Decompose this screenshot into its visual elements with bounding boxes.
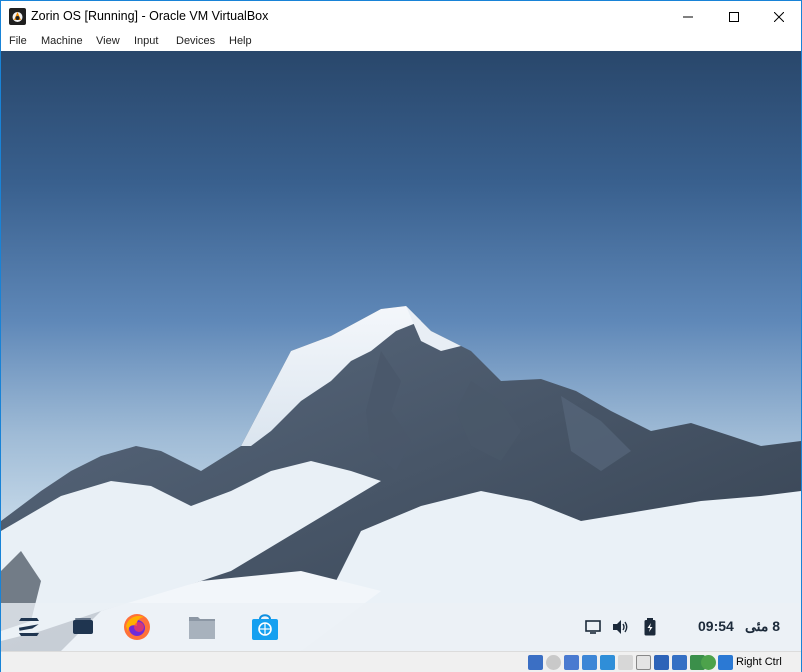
audio-icon[interactable] xyxy=(564,655,579,670)
display-tray-button[interactable] xyxy=(584,618,602,636)
minimize-icon xyxy=(683,16,693,17)
menu-devices[interactable]: Devices xyxy=(176,35,215,47)
menu-input[interactable]: Input xyxy=(134,35,158,47)
title-bar[interactable]: Zorin OS [Running] - Oracle VM VirtualBo… xyxy=(1,1,801,32)
virtualbox-window: Zorin OS [Running] - Oracle VM VirtualBo… xyxy=(0,0,802,672)
mountain-wallpaper xyxy=(1,306,801,651)
window-title: Zorin OS [Running] - Oracle VM VirtualBo… xyxy=(31,9,269,23)
firefox-button[interactable] xyxy=(121,611,153,643)
guest-additions-icon[interactable] xyxy=(701,655,716,670)
workspace-switcher-icon xyxy=(73,618,93,634)
mouse-integration-icon[interactable] xyxy=(718,655,733,670)
menu-view[interactable]: View xyxy=(96,35,120,47)
clock-time[interactable]: 09:54 xyxy=(698,618,734,634)
hard-disk-icon[interactable] xyxy=(528,655,543,670)
status-bar: Right Ctrl xyxy=(1,651,801,672)
software-store-icon xyxy=(252,614,278,640)
shared-folders-icon[interactable] xyxy=(618,655,633,670)
zorin-menu-icon xyxy=(18,618,39,636)
volume-tray-button[interactable] xyxy=(612,618,630,636)
firefox-icon xyxy=(124,614,150,640)
guest-display[interactable]: 09:54 8 مئی xyxy=(1,51,801,651)
host-key-label: Right Ctrl xyxy=(736,656,782,668)
battery-icon xyxy=(644,618,656,636)
display-status-icon[interactable] xyxy=(636,655,651,670)
taskbar: 09:54 8 مئی xyxy=(1,603,801,651)
close-icon xyxy=(774,11,784,22)
usb-icon[interactable] xyxy=(600,655,615,670)
optical-drive-icon[interactable] xyxy=(546,655,561,670)
zorin-menu-button[interactable] xyxy=(13,611,45,643)
files-button[interactable] xyxy=(186,611,218,643)
workspace-switcher-button[interactable] xyxy=(67,611,99,643)
software-store-button[interactable] xyxy=(249,611,281,643)
volume-icon xyxy=(613,620,628,634)
minimize-button[interactable] xyxy=(665,1,711,32)
video-capture-icon[interactable] xyxy=(654,655,669,670)
menu-help[interactable]: Help xyxy=(229,35,252,47)
menu-machine[interactable]: Machine xyxy=(41,35,83,47)
virtualbox-app-icon xyxy=(9,8,26,25)
display-icon xyxy=(585,620,601,634)
close-button[interactable] xyxy=(756,1,802,32)
battery-tray-button[interactable] xyxy=(641,618,659,636)
files-icon xyxy=(189,617,215,639)
recording-icon[interactable] xyxy=(672,655,687,670)
maximize-icon xyxy=(729,11,739,22)
menu-bar: File Machine View Input Devices Help xyxy=(1,32,801,51)
network-icon[interactable] xyxy=(582,655,597,670)
maximize-button[interactable] xyxy=(711,1,757,32)
clock-date[interactable]: 8 مئی xyxy=(745,618,780,635)
menu-file[interactable]: File xyxy=(9,35,27,47)
